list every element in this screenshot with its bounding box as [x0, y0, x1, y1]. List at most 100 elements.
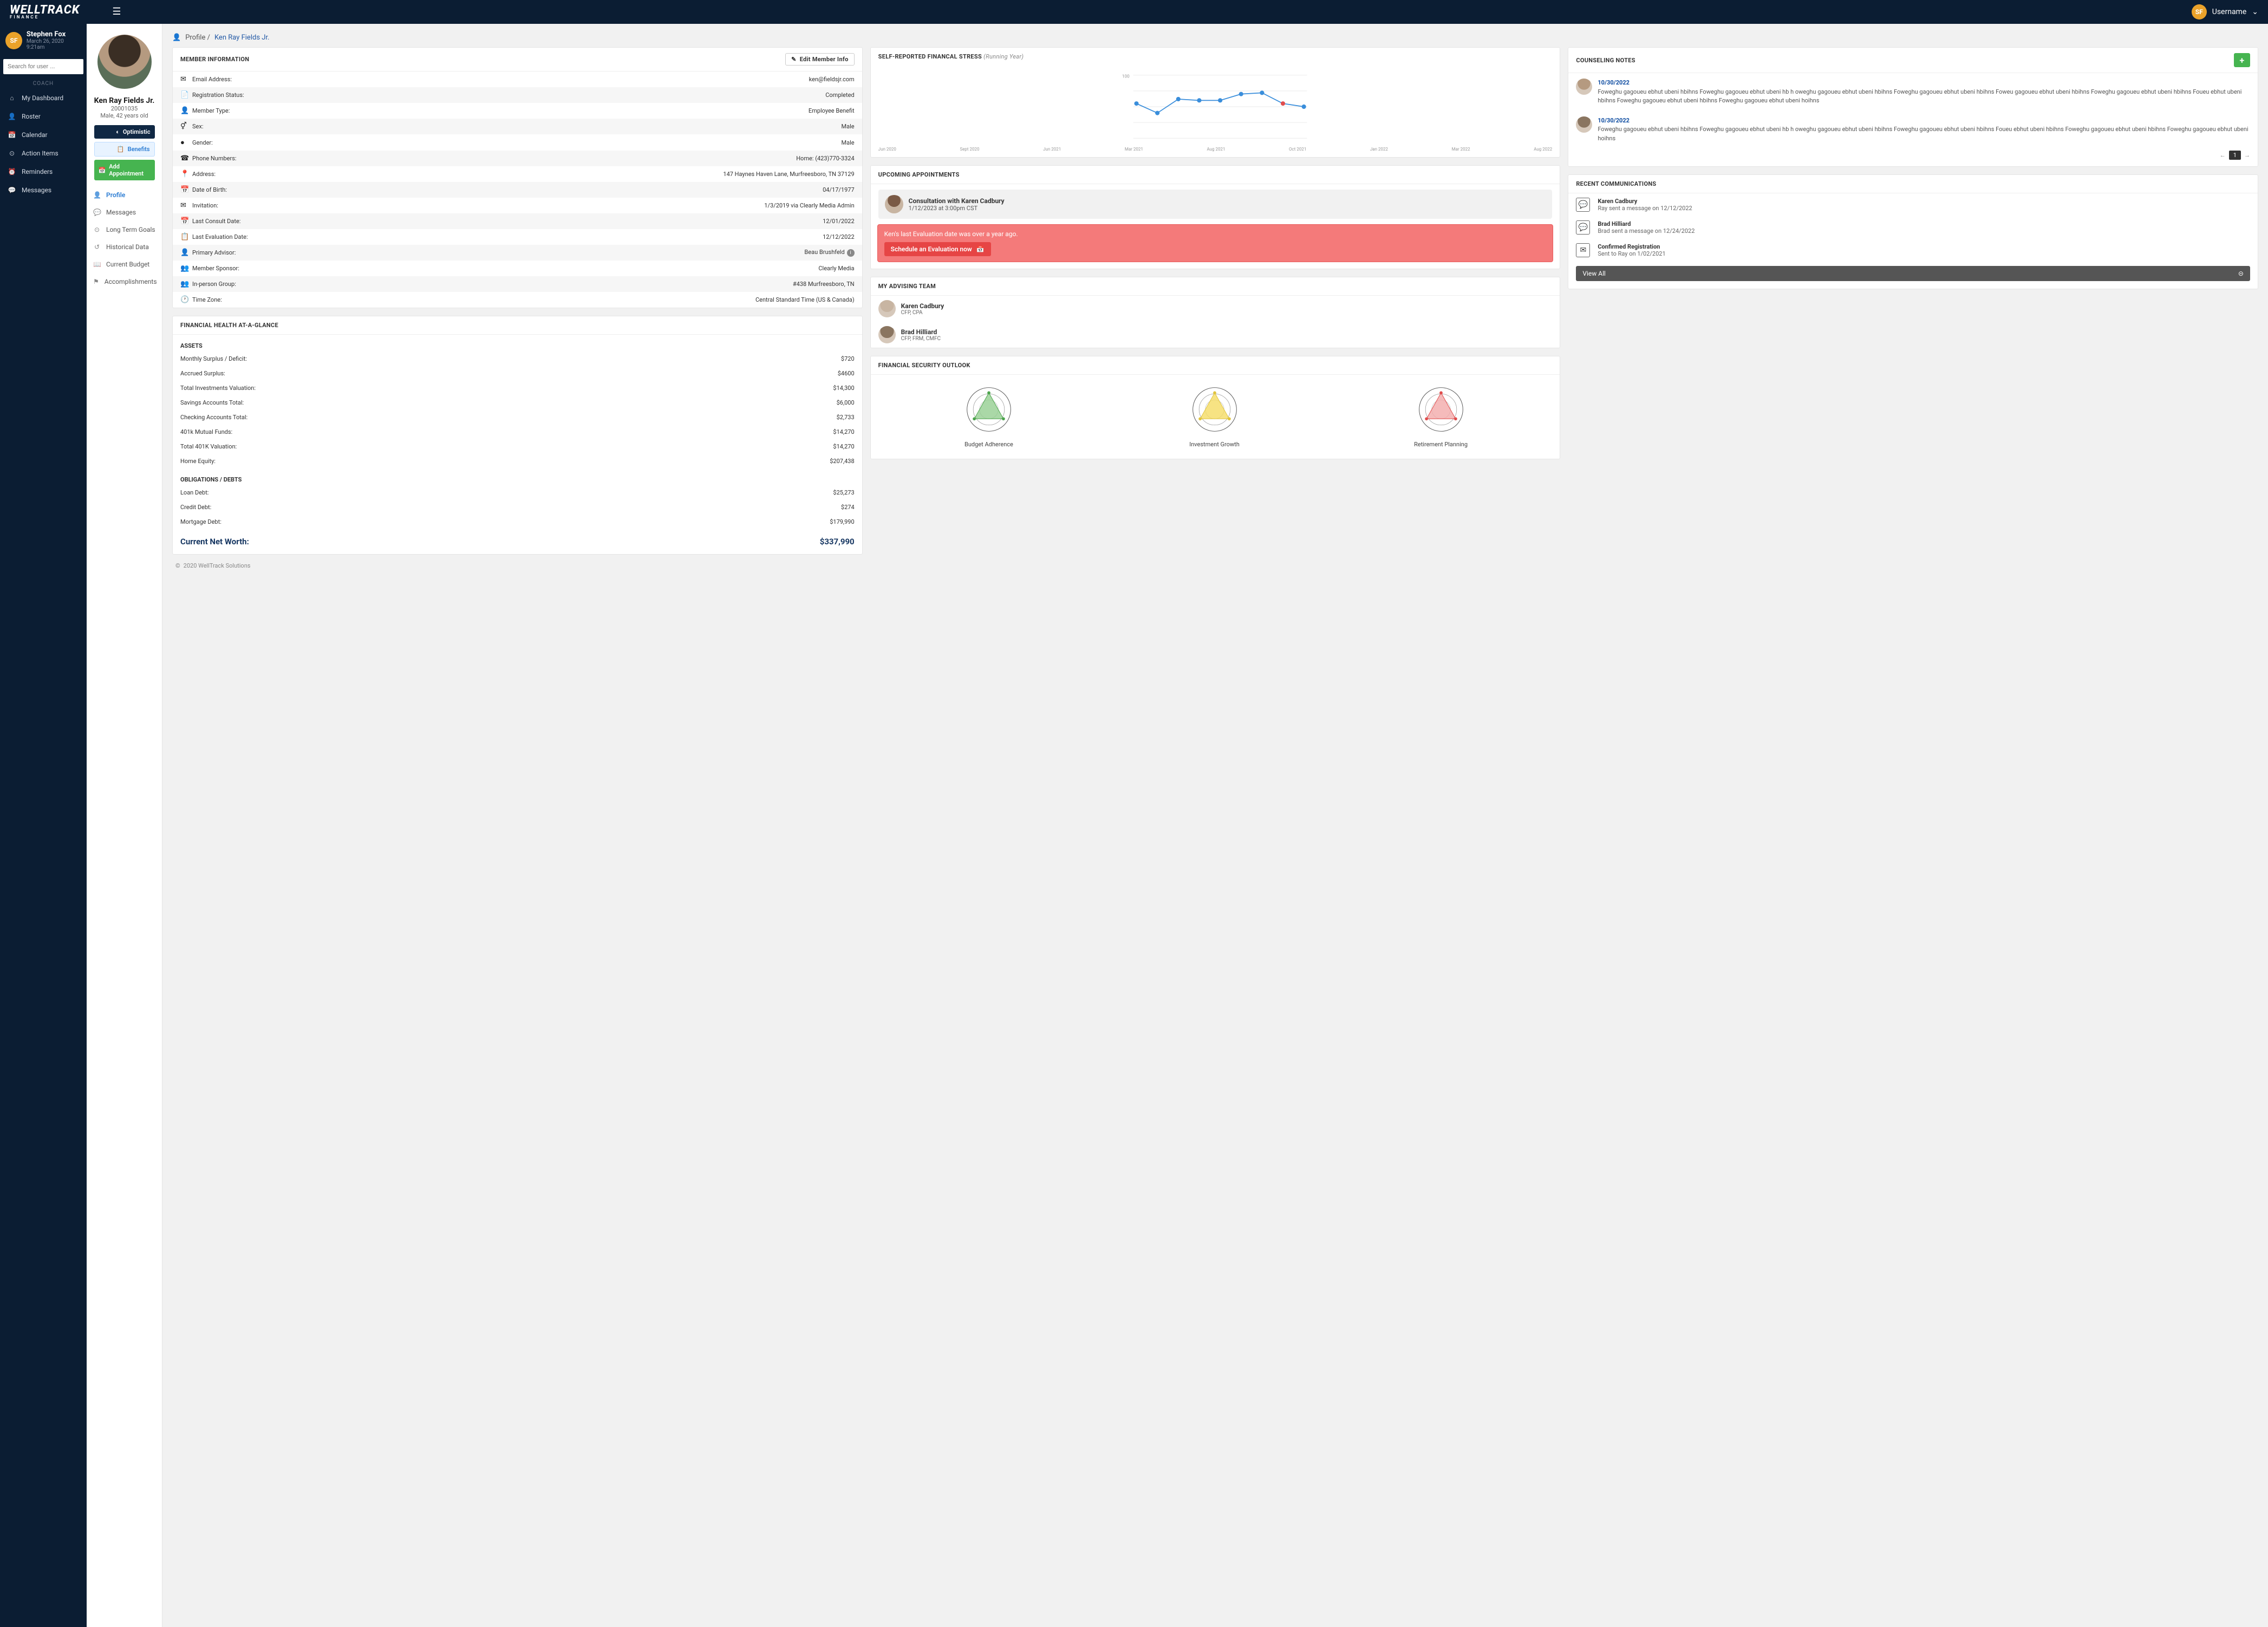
member-info-row: 📄 Registration Status: Completed — [173, 87, 862, 103]
member-info-row: 👤 Primary Advisor: Beau Brushfeldi — [173, 245, 862, 261]
edit-member-button[interactable]: ✎ Edit Member Info — [785, 53, 855, 66]
footer: © 2020 WellTrack Solutions — [172, 555, 2258, 569]
finance-row: Savings Accounts Total:$6,000 — [173, 395, 862, 410]
nav-item-0[interactable]: ⌂My Dashboard — [0, 89, 87, 107]
brand-logo: WELLTRACK FINANCE — [10, 5, 80, 19]
row-icon: 👤 — [180, 249, 192, 257]
sidebar-user-name: Stephen Fox — [27, 30, 81, 38]
chevron-down-icon: ⌄ — [2252, 8, 2258, 16]
nav-icon: 💬 — [8, 186, 16, 194]
sidebar-avatar: SF — [5, 32, 22, 49]
add-appointment-button[interactable]: 📅Add Appointment — [94, 160, 155, 180]
gauge-icon: ◐ — [116, 128, 120, 135]
view-all-button[interactable]: View All ⊝ — [1576, 266, 2250, 281]
row-icon: ● — [180, 138, 192, 147]
finance-row: 401k Mutual Funds:$14,270 — [173, 425, 862, 439]
profile-tab-2[interactable]: ⊙Long Term Goals — [87, 221, 162, 238]
team-avatar — [878, 300, 896, 317]
row-icon: 📍 — [180, 170, 192, 178]
outlook-card: FINANCIAL SECURITY OUTLOOK Budget Adhere… — [870, 356, 1561, 459]
info-icon[interactable]: i — [847, 249, 855, 257]
profile-tab-1[interactable]: 💬Messages — [87, 204, 162, 221]
calendar-plus-icon: 📅 — [99, 167, 106, 174]
financial-health-card: FINANCIAL HEALTH AT-A-GLANCE ASSETS Mont… — [172, 316, 863, 555]
advisor-avatar — [885, 195, 903, 213]
schedule-evaluation-button[interactable]: Schedule an Evaluation now 📅 — [884, 242, 991, 256]
tab-icon: 👤 — [93, 191, 101, 199]
member-info-row: 🕐 Time Zone: Central Standard Time (US &… — [173, 292, 862, 308]
pencil-icon: ✎ — [791, 56, 797, 63]
breadcrumb-current[interactable]: Ken Ray Fields Jr. — [214, 34, 270, 42]
communication-item[interactable]: 💬 Karen CadburyRay sent a message on 12/… — [1568, 193, 2258, 216]
profile-photo — [97, 35, 152, 89]
profile-tab-0[interactable]: 👤Profile — [87, 186, 162, 204]
topbar-username: Username — [2212, 8, 2247, 16]
profile-name: Ken Ray Fields Jr. — [94, 96, 155, 105]
tab-icon: ↺ — [93, 243, 101, 251]
nav-item-4[interactable]: ⏰Reminders — [0, 162, 87, 181]
notes-pager: ← 1 → — [1568, 148, 2258, 166]
radar-chart: Retirement Planning — [1414, 383, 1468, 448]
member-info-row: 👥 Member Sponsor: Clearly Media — [173, 261, 862, 276]
note-item: 10/30/2022Foweghu gagoueu ebhut ubeni hb… — [1568, 111, 2258, 149]
finance-row: Loan Debt:$25,273 — [173, 485, 862, 500]
copyright-icon: © — [175, 562, 180, 569]
sidebar-user-datetime: March 26, 2020 9:21am — [27, 38, 81, 50]
radar-chart: Budget Adherence — [963, 383, 1015, 448]
stress-line-chart: 100 — [878, 69, 1553, 145]
sidebar-search — [3, 59, 83, 74]
topbar-user[interactable]: SF Username ⌄ — [2192, 4, 2258, 19]
finance-row: Accrued Surplus:$4600 — [173, 366, 862, 381]
radar-chart: Investment Growth — [1189, 383, 1241, 448]
sidebar: SF Stephen Fox March 26, 2020 9:21am COA… — [0, 24, 87, 1627]
nav-item-3[interactable]: ⊙Action Items — [0, 144, 87, 162]
breadcrumb: 👤 Profile / Ken Ray Fields Jr. — [172, 30, 2258, 47]
hamburger-menu[interactable]: ☰ — [112, 6, 121, 17]
nav-item-5[interactable]: 💬Messages — [0, 181, 87, 199]
pager-prev[interactable]: ← — [2220, 152, 2226, 159]
clipboard-icon: 📋 — [117, 146, 125, 153]
member-info-row: ☎ Phone Numbers: Home: (423)770-3324 — [173, 151, 862, 166]
tab-icon: ⊙ — [93, 226, 101, 233]
finance-row: Checking Accounts Total:$2,733 — [173, 410, 862, 425]
note-avatar — [1576, 116, 1592, 133]
tab-icon: 💬 — [93, 209, 101, 216]
note-avatar — [1576, 79, 1592, 95]
row-icon: ✉ — [180, 75, 192, 83]
profile-tab-4[interactable]: 📖Current Budget — [87, 256, 162, 273]
networth-value: $337,990 — [820, 537, 855, 546]
member-info-row: 👥 In-person Group: #438 Murfreesboro, TN — [173, 276, 862, 292]
member-info-row: 📍 Address: 147 Haynes Haven Lane, Murfre… — [173, 166, 862, 182]
member-info-row: 📋 Last Evaluation Date: 12/12/2022 — [173, 229, 862, 245]
optimistic-pill[interactable]: ◐Optimistic — [94, 125, 155, 139]
row-icon: 👥 — [180, 264, 192, 272]
calendar-icon: 📅 — [976, 245, 985, 253]
finance-row: Mortgage Debt:$179,990 — [173, 515, 862, 529]
profile-tab-3[interactable]: ↺Historical Data — [87, 238, 162, 256]
communication-item[interactable]: ✉ Confirmed RegistrationSent to Ray on 1… — [1568, 239, 2258, 262]
tab-icon: ⚑ — [93, 278, 99, 285]
main-content: 👤 Profile / Ken Ray Fields Jr. MEMBER IN… — [162, 24, 2268, 1627]
profile-demo: Male, 42 years old — [100, 112, 148, 119]
team-member[interactable]: Brad HilliardCFP, FRM, CMFC — [871, 322, 1560, 348]
profile-tab-5[interactable]: ⚑Accomplishments — [87, 273, 162, 290]
counseling-notes-card: COUNSELING NOTES + 10/30/2022Foweghu gag… — [1568, 47, 2258, 167]
pager-current: 1 — [2229, 151, 2241, 160]
nav-item-1[interactable]: 👤Roster — [0, 107, 87, 126]
search-input[interactable] — [3, 59, 83, 74]
row-icon: 📅 — [180, 186, 192, 194]
row-icon: 👥 — [180, 280, 192, 288]
chevron-circle-icon: ⊝ — [2238, 270, 2244, 277]
pager-next[interactable]: → — [2244, 152, 2250, 159]
appointment-item[interactable]: Consultation with Karen Cadbury 1/12/202… — [878, 190, 1553, 219]
nav-item-2[interactable]: 📅Calendar — [0, 126, 87, 144]
member-info-row: ⚥ Sex: Male — [173, 119, 862, 134]
finance-row: Total 401K Valuation:$14,270 — [173, 439, 862, 454]
topbar-avatar: SF — [2192, 4, 2207, 19]
communication-item[interactable]: 💬 Brad HilliardBrad sent a message on 12… — [1568, 216, 2258, 239]
benefits-pill[interactable]: 📋Benefits — [94, 142, 155, 157]
sidebar-user: SF Stephen Fox March 26, 2020 9:21am — [0, 24, 87, 57]
row-icon: 📋 — [180, 233, 192, 241]
team-member[interactable]: Karen CadburyCFP, CPA — [871, 296, 1560, 322]
add-note-button[interactable]: + — [2234, 53, 2250, 67]
